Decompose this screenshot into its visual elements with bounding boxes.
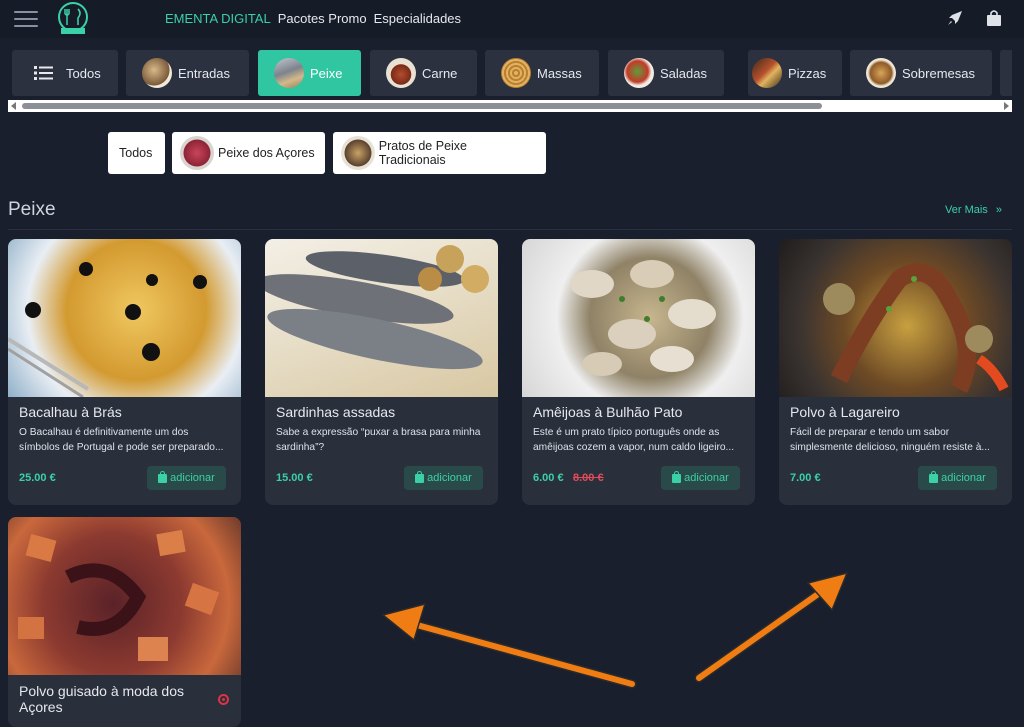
category-label: Sobremesas — [902, 65, 975, 81]
subcategory-pratos-tradicionais[interactable]: Pratos de Peixe Tradicionais — [333, 132, 546, 174]
product-card[interactable]: Sardinhas assadas Sabe a expressão “puxa… — [265, 239, 498, 505]
subcategory-label: Pratos de Peixe Tradicionais — [378, 139, 467, 167]
scroll-left-icon[interactable] — [11, 102, 16, 110]
section-divider — [8, 229, 1012, 230]
ver-mais-link[interactable]: Ver Mais » — [945, 204, 1002, 216]
nav-ementa-digital[interactable]: EMENTA DIGITAL — [165, 11, 271, 26]
shopping-bag-icon[interactable] — [985, 9, 1003, 27]
double-chevron-right-icon: » — [995, 204, 1002, 216]
top-nav: EMENTA DIGITAL Pacotes Promo Especialida… — [165, 11, 461, 26]
top-bar: EMENTA DIGITAL Pacotes Promo Especialida… — [0, 0, 1024, 38]
add-label: adicionar — [170, 472, 215, 484]
add-to-cart-button[interactable]: adicionar — [147, 466, 226, 490]
add-to-cart-button[interactable]: adicionar — [661, 466, 740, 490]
category-label: Massas — [537, 65, 582, 81]
category-label: Saladas — [660, 65, 707, 81]
category-next-partial[interactable] — [1000, 50, 1012, 96]
product-price: 25.00 € — [19, 472, 56, 484]
shopping-bag-icon — [672, 470, 682, 483]
add-label: adicionar — [684, 472, 729, 484]
product-description: O Bacalhau é definitivamente um dos símb… — [19, 427, 224, 453]
add-to-cart-button[interactable]: adicionar — [918, 466, 997, 490]
pratos-tradicionais-thumbnail — [341, 136, 375, 170]
logo[interactable] — [54, 1, 92, 37]
scroll-right-icon[interactable] — [1004, 102, 1009, 110]
category-label: Carne — [422, 65, 458, 81]
add-to-cart-button[interactable]: adicionar — [404, 466, 483, 490]
product-description: Fácil de preparar e tendo um sabor simpl… — [790, 427, 990, 453]
subcategory-label: Peixe dos Açores — [218, 146, 315, 160]
add-label: adicionar — [941, 472, 986, 484]
shopping-bag-icon — [415, 470, 425, 483]
category-massas[interactable]: Massas — [485, 50, 599, 96]
sardinhas-image — [265, 239, 498, 397]
nav-pacotes-promo[interactable]: Pacotes Promo — [278, 11, 367, 26]
category-saladas[interactable]: Saladas — [608, 50, 724, 96]
peixe-acores-thumbnail — [180, 136, 214, 170]
carne-thumbnail — [386, 58, 416, 88]
entradas-thumbnail — [142, 58, 172, 88]
category-sobremesas[interactable]: Sobremesas — [850, 50, 992, 96]
section-title: Peixe — [8, 199, 56, 220]
sobremesas-thumbnail — [866, 58, 896, 88]
category-label: Peixe — [310, 65, 343, 81]
list-icon — [34, 66, 53, 80]
category-scrollbar[interactable] — [8, 100, 1012, 112]
subcategory-peixe-acores[interactable]: Peixe dos Açores — [172, 132, 325, 174]
rocket-icon[interactable] — [946, 9, 964, 27]
shopping-bag-icon — [929, 470, 939, 483]
nav-especialidades[interactable]: Especialidades — [374, 11, 461, 26]
subcategory-label: Todos — [119, 146, 153, 160]
category-pizzas[interactable]: Pizzas — [748, 50, 842, 96]
category-todos[interactable]: Todos — [12, 50, 118, 96]
product-card[interactable]: Bacalhau à Brás O Bacalhau é definitivam… — [8, 239, 241, 505]
product-old-price: 8.00 € — [573, 472, 604, 484]
product-name: Polvo guisado à moda dos Açores — [19, 683, 184, 715]
category-label: Pizzas — [788, 65, 827, 81]
product-card[interactable]: Amêijoas à Bulhão Pato Este é um prato t… — [522, 239, 755, 505]
product-card[interactable]: Polvo à Lagareiro Fácil de preparar e te… — [779, 239, 1012, 505]
product-price: 7.00 € — [790, 472, 821, 484]
saladas-thumbnail — [624, 58, 654, 88]
pizzas-thumbnail — [752, 58, 782, 88]
annotation-arrow-left — [381, 602, 637, 689]
category-peixe[interactable]: Peixe — [258, 50, 361, 96]
product-price: 15.00 € — [276, 472, 313, 484]
product-description: Sabe a expressão “puxar a brasa para min… — [276, 427, 481, 453]
unavailable-indicator-icon — [218, 694, 229, 705]
bacalhau-image — [8, 239, 241, 397]
product-description: Este é um prato típico português onde as… — [533, 427, 735, 453]
product-name: Amêijoas à Bulhão Pato — [533, 404, 683, 420]
annotation-arrow-right — [694, 571, 849, 683]
category-label: Todos — [66, 65, 101, 81]
peixe-thumbnail — [274, 58, 304, 88]
ver-mais-label: Ver Mais — [945, 204, 988, 216]
product-name: Bacalhau à Brás — [19, 404, 122, 420]
polvo-guisado-image — [8, 517, 241, 675]
product-price: 6.00 € — [533, 472, 564, 484]
product-name: Polvo à Lagareiro — [790, 404, 900, 420]
scrollbar-thumb[interactable] — [22, 103, 822, 109]
ameijoas-image — [522, 239, 755, 397]
product-card[interactable]: Polvo guisado à moda dos Açores — [8, 517, 241, 727]
add-label: adicionar — [427, 472, 472, 484]
menu-icon[interactable] — [14, 11, 38, 27]
polvo-lagareiro-image — [779, 239, 1012, 397]
category-entradas[interactable]: Entradas — [126, 50, 249, 96]
category-label: Entradas — [178, 65, 231, 81]
category-scroller[interactable]: Todos Entradas Peixe Carne Massas Salada… — [8, 50, 1012, 96]
product-name: Sardinhas assadas — [276, 404, 396, 420]
massas-thumbnail — [501, 58, 531, 88]
subcategory-todos[interactable]: Todos — [108, 132, 165, 174]
category-carne[interactable]: Carne — [370, 50, 477, 96]
shopping-bag-icon — [158, 470, 168, 483]
